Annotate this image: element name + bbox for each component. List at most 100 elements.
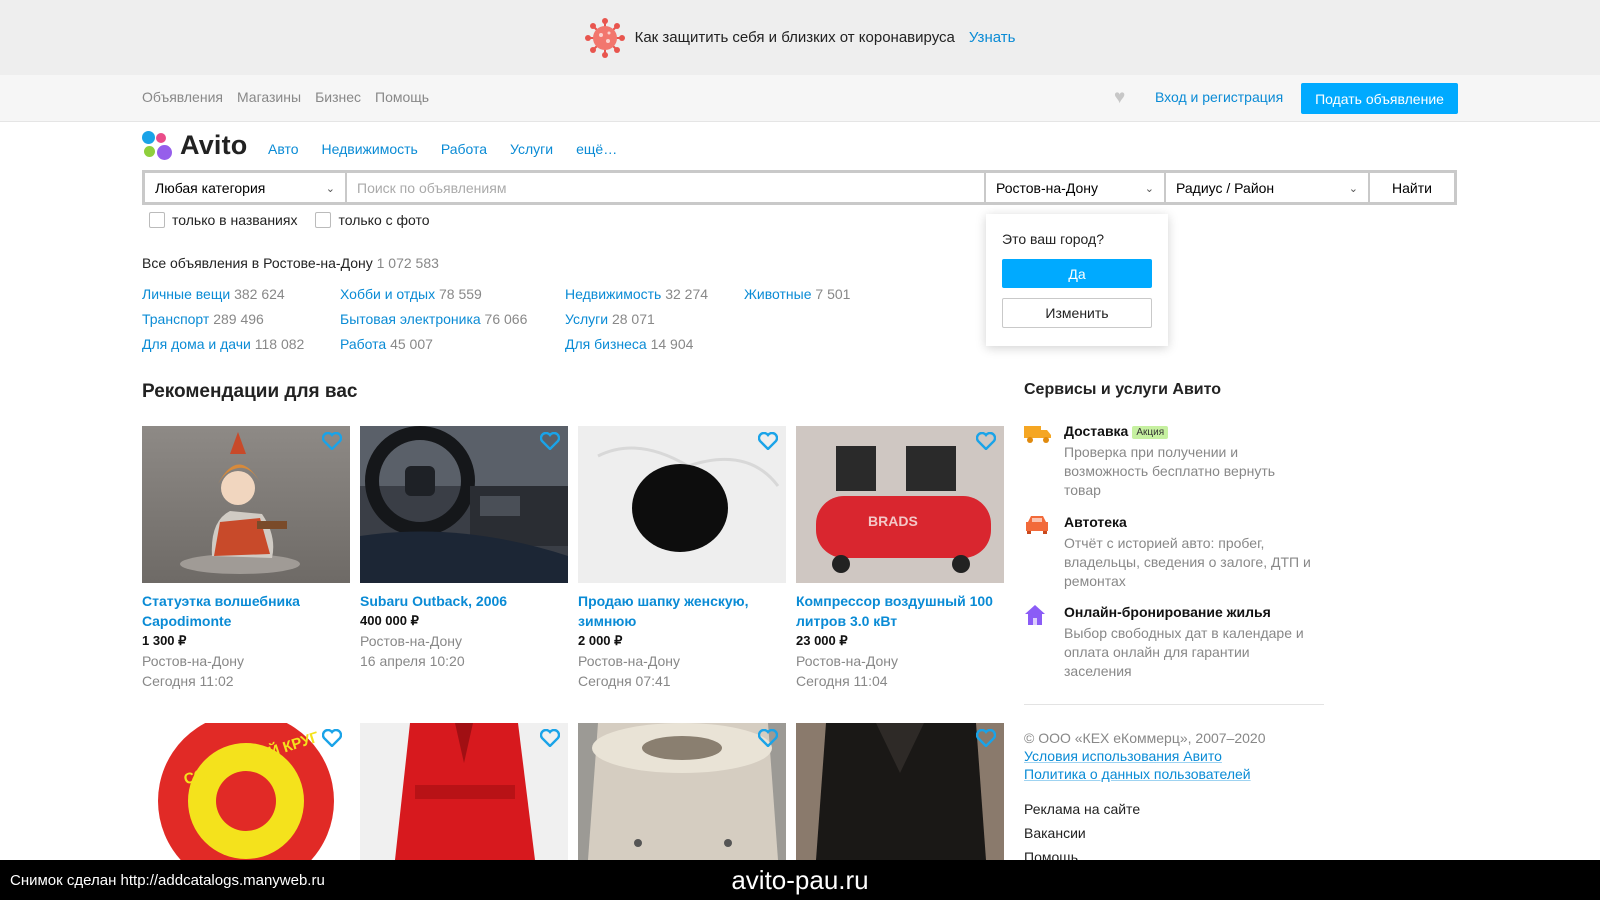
city-select-value: Ростов-на-Дону xyxy=(996,179,1098,196)
listing-card[interactable]: BRADS Компрессор воздушный 100 литров 3.… xyxy=(796,426,1004,691)
listing-date: Сегодня 11:04 xyxy=(796,673,888,689)
listing-date: Сегодня 07:41 xyxy=(578,673,671,689)
nav-ads-link[interactable]: Объявления xyxy=(142,89,223,105)
watermark-bar: avito-pau.ru Снимок сделан http://addcat… xyxy=(0,860,1600,900)
listing-city: Ростов-на-Дону xyxy=(796,653,898,669)
listing-card[interactable]: СОЛНЕЧНЫЙ КРУГ xyxy=(142,723,350,860)
nav-help-link[interactable]: Помощь xyxy=(375,89,429,105)
category-item[interactable]: Для бизнеса 14 904 xyxy=(565,332,708,357)
post-ad-button[interactable]: Подать объявление xyxy=(1301,83,1458,114)
listing-image[interactable] xyxy=(360,426,568,583)
avito-logo[interactable]: Avito xyxy=(142,130,248,161)
favorite-heart-icon[interactable] xyxy=(758,432,778,450)
nav-business-link[interactable]: Бизнес xyxy=(315,89,361,105)
privacy-link[interactable]: Политика о данных пользователей xyxy=(1024,766,1251,782)
category-select[interactable]: Любая категория ⌄ xyxy=(145,173,345,202)
category-item[interactable]: Личные вещи 382 624 xyxy=(142,282,304,307)
service-name[interactable]: Доставка xyxy=(1064,423,1128,439)
listing-city: Ростов-на-Дону xyxy=(578,653,680,669)
service-desc: Отчёт с историей авто: пробег, владельцы… xyxy=(1064,535,1311,589)
category-item[interactable]: Бытовая электроника 76 066 xyxy=(340,307,527,332)
listing-date: Сегодня 11:02 xyxy=(142,673,234,689)
with-photo-checkbox[interactable]: только с фото xyxy=(315,212,430,228)
copyright: © ООО «КЕХ еКоммерц», 2007–2020 xyxy=(1024,730,1266,746)
category-item[interactable]: Транспорт 289 496 xyxy=(142,307,304,332)
category-services-link[interactable]: Услуги xyxy=(510,141,553,157)
listing-city: Ростов-на-Дону xyxy=(142,653,244,669)
favorite-heart-icon[interactable] xyxy=(976,729,996,747)
category-item[interactable]: Хобби и отдых 78 559 xyxy=(340,282,527,307)
listing-image[interactable] xyxy=(360,723,568,860)
category-jobs-link[interactable]: Работа xyxy=(441,141,487,157)
service-name[interactable]: Онлайн-бронирование жилья xyxy=(1064,604,1271,620)
checkbox-box[interactable] xyxy=(315,212,332,228)
listing-price: 1 300 ₽ xyxy=(142,633,187,648)
listing-card[interactable]: Продаю шапку женскую, зимнюю 2 000 ₽ Рос… xyxy=(578,426,786,691)
search-bar: Любая категория ⌄ Поиск по объявлениям Р… xyxy=(142,170,1457,205)
listing-price: 400 000 ₽ xyxy=(360,613,419,628)
favorite-heart-icon[interactable] xyxy=(976,432,996,450)
radius-select[interactable]: Радиус / Район ⌄ xyxy=(1166,173,1368,202)
titles-only-checkbox[interactable]: только в названиях xyxy=(149,212,297,228)
listing-card[interactable]: Subaru Outback, 2006 400 000 ₽ Ростов-на… xyxy=(360,426,568,671)
category-item[interactable]: Услуги 28 071 xyxy=(565,307,708,332)
footer-legal: © ООО «КЕХ еКоммерц», 2007–2020 Условия … xyxy=(1024,729,1265,783)
search-filters: только в названиях только с фото xyxy=(149,212,430,228)
terms-link[interactable]: Условия использования Авито xyxy=(1024,748,1222,764)
listing-title[interactable]: Subaru Outback, 2006 xyxy=(360,591,568,611)
footer-jobs-link[interactable]: Вакансии xyxy=(1024,821,1140,845)
category-column: Хобби и отдых 78 559 Бытовая электроника… xyxy=(340,282,527,357)
logo-dots-icon xyxy=(142,130,172,161)
favorite-heart-icon[interactable] xyxy=(322,729,342,747)
checkbox-box[interactable] xyxy=(149,212,165,228)
listing-image[interactable]: BRADS xyxy=(796,426,1004,583)
search-button[interactable]: Найти xyxy=(1370,173,1454,202)
listing-price: 23 000 ₽ xyxy=(796,633,848,648)
banner-learn-link[interactable]: Узнать xyxy=(969,29,1016,46)
listing-title[interactable]: Компрессор воздушный 100 литров 3.0 кВт xyxy=(796,591,1004,631)
favorite-heart-icon[interactable] xyxy=(540,729,560,747)
listing-title[interactable]: Статуэтка волшебника Capodimonte xyxy=(142,591,350,631)
favorite-heart-icon[interactable] xyxy=(758,729,778,747)
category-auto-link[interactable]: Авто xyxy=(268,141,299,157)
listing-title[interactable]: Продаю шапку женскую, зимнюю xyxy=(578,591,786,631)
favorites-heart-icon[interactable]: ♥ xyxy=(1114,88,1125,108)
listing-card[interactable]: Статуэтка волшебника Capodimonte 1 300 ₽… xyxy=(142,426,350,691)
favorite-heart-icon[interactable] xyxy=(322,432,342,450)
all-ads-label[interactable]: Все объявления в Ростове-на-Дону xyxy=(142,255,373,271)
listing-card[interactable] xyxy=(360,723,568,860)
category-realty-link[interactable]: Недвижимость xyxy=(322,141,418,157)
category-item[interactable]: Недвижимость 32 274 xyxy=(565,282,708,307)
category-nav: Авто Недвижимость Работа Услуги ещё… xyxy=(268,141,617,157)
recommendations-title: Рекомендации для вас xyxy=(142,381,358,402)
listing-card[interactable] xyxy=(578,723,786,860)
car-icon xyxy=(1024,514,1050,538)
listing-image[interactable] xyxy=(142,426,350,583)
category-more-link[interactable]: ещё… xyxy=(576,141,617,157)
radius-select-value: Радиус / Район xyxy=(1176,179,1275,196)
service-name[interactable]: Автотека xyxy=(1064,514,1127,530)
city-select[interactable]: Ростов-на-Дону ⌄ xyxy=(986,173,1164,202)
search-input[interactable]: Поиск по объявлениям xyxy=(347,173,984,202)
all-ads-count: 1 072 583 xyxy=(376,255,439,271)
checkbox-label: только в названиях xyxy=(172,212,298,228)
favorite-heart-icon[interactable] xyxy=(540,432,560,450)
nav-shops-link[interactable]: Магазины xyxy=(237,89,301,105)
listing-image[interactable] xyxy=(578,426,786,583)
category-item[interactable]: Животные 7 501 xyxy=(744,282,850,307)
city-change-button[interactable]: Изменить xyxy=(1002,298,1152,328)
category-column: Животные 7 501 xyxy=(744,282,850,307)
listing-image[interactable]: СОЛНЕЧНЫЙ КРУГ xyxy=(142,723,350,860)
divider xyxy=(1024,704,1324,705)
login-register-link[interactable]: Вход и регистрация xyxy=(1155,89,1283,105)
category-select-value: Любая категория xyxy=(155,179,266,196)
logo-text: Avito xyxy=(180,130,248,160)
category-item[interactable]: Для дома и дачи 118 082 xyxy=(142,332,304,357)
footer-ads-link[interactable]: Реклама на сайте xyxy=(1024,797,1140,821)
category-item[interactable]: Работа 45 007 xyxy=(340,332,527,357)
listing-image[interactable] xyxy=(796,723,1004,860)
city-yes-button[interactable]: Да xyxy=(1002,259,1152,288)
listing-image[interactable] xyxy=(578,723,786,860)
category-column: Личные вещи 382 624 Транспорт 289 496 Дл… xyxy=(142,282,304,357)
listing-card[interactable] xyxy=(796,723,1004,860)
